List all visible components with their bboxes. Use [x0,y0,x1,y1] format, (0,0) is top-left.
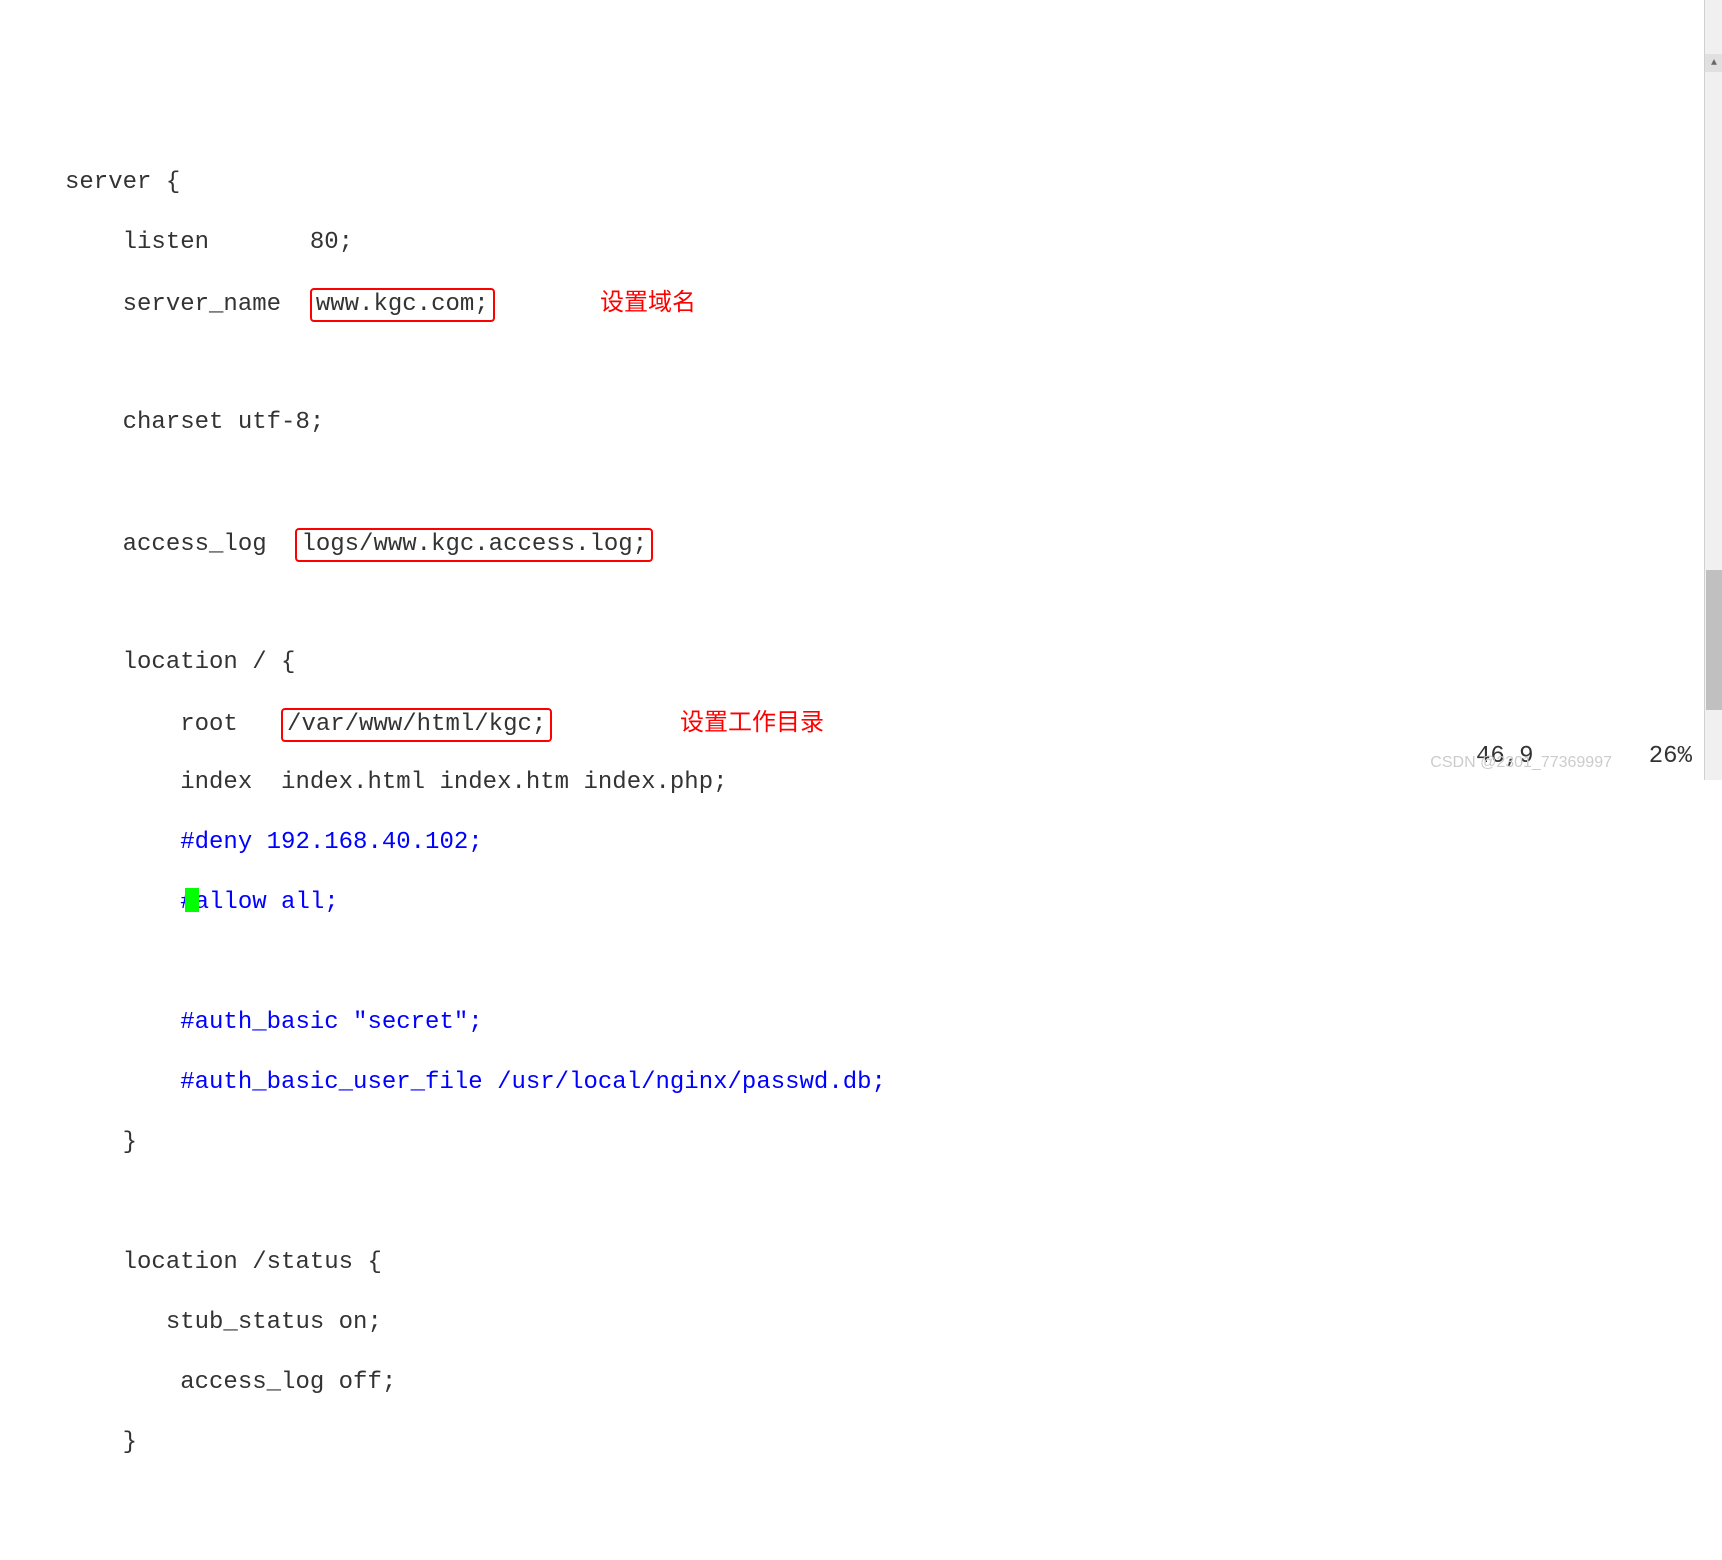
code-line [65,588,1722,618]
code-line: location / { [65,648,1722,678]
code-comment: #auth_basic_user_file /usr/local/nginx/p… [65,1069,886,1096]
code-comment: #deny 192.168.40.102; [65,829,483,856]
code-text: access_log off; [65,1369,396,1396]
code-line: } [65,1428,1722,1458]
code-text: } [65,1429,137,1456]
code-line [65,1188,1722,1218]
code-text: charset utf-8; [65,409,324,436]
code-line [65,468,1722,498]
code-line: listen 80; [65,228,1722,258]
code-line: charset utf-8; [65,408,1722,438]
annotation-domain: 设置域名 [600,288,696,318]
code-line: server_name www.kgc.com;设置域名 [65,288,1722,318]
code-comment: #auth_basic "secret"; [65,1009,483,1036]
code-text: access_log [65,531,295,558]
scroll-up-icon[interactable]: ▲ [1705,54,1722,72]
code-text: server_name [65,291,310,318]
code-line: index index.html index.htm index.php; [65,768,1722,798]
code-line: #auth_basic_user_file /usr/local/nginx/p… [65,1068,1722,1098]
code-line: server { [65,168,1722,198]
code-text: stub_status on; [65,1309,382,1336]
annotation-workdir: 设置工作目录 [680,708,824,738]
code-text: listen 80; [65,229,353,256]
code-text: } [65,1129,137,1156]
code-line: #auth_basic "secret"; [65,1008,1722,1038]
code-line [65,348,1722,378]
highlighted-server-name: www.kgc.com; [310,288,495,322]
scroll-percent: 26% [1649,743,1692,770]
code-text: location / { [65,649,295,676]
code-line: } [65,1128,1722,1158]
code-line: stub_status on; [65,1308,1722,1338]
vertical-scrollbar[interactable]: ▲ [1704,0,1722,780]
scroll-thumb[interactable] [1706,570,1722,710]
code-text: index index.html index.htm index.php; [65,769,728,796]
code-line: access_log logs/www.kgc.access.log; [65,528,1722,558]
code-line: access_log off; [65,1368,1722,1398]
code-text: root [65,711,281,738]
code-line: #deny 192.168.40.102; [65,828,1722,858]
code-line [65,948,1722,978]
watermark: CSDN @2301_77369997 [1430,754,1612,772]
code-line: #allow all; [65,888,1722,918]
cursor-icon [185,888,199,912]
code-editor[interactable]: server { listen 80; server_name www.kgc.… [0,108,1722,1488]
code-comment: #allow all; [65,889,339,916]
highlighted-access-log: logs/www.kgc.access.log; [295,528,653,562]
code-text: server { [65,169,180,196]
highlighted-root: /var/www/html/kgc; [281,708,552,742]
code-text: location /status { [65,1249,382,1276]
code-line: location /status { [65,1248,1722,1278]
